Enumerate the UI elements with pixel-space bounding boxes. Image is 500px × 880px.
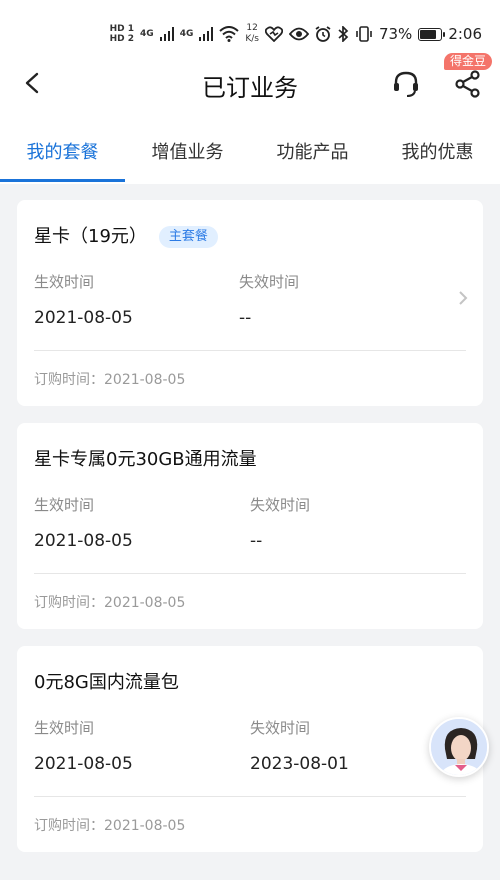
battery-icon [418,27,446,41]
speed-value: 12 [246,23,258,33]
battery-percent: 73% [378,25,413,43]
network-type-2: 4G [179,29,194,39]
order-label: 订购时间： [34,595,104,611]
expire-label: 失效时间 [250,719,311,737]
plan-name: 0元8G国内流量包 [34,672,179,693]
plan-name: 星卡专属0元30GB通用流量 [34,449,257,470]
main-plan-badge: 主套餐 [158,226,218,248]
heart-sync-icon [264,26,283,42]
effective-date: 2021-08-05 [34,308,133,328]
alarm-icon [315,26,331,42]
plan-name-row: 星卡（19元） 主套餐 [34,222,218,248]
card-divider [34,350,466,351]
battery-fill [420,29,437,39]
plan-card[interactable]: 星卡专属0元30GB通用流量 生效时间 失效时间 2021-08-05 -- 订… [17,423,483,629]
tab-bar: 我的套餐 增值业务 功能产品 我的优惠 [0,130,500,184]
hd-indicators: HD 1 HD 2 [110,24,134,44]
signal-icon [199,27,214,41]
expire-date: -- [250,531,263,551]
order-time: 订购时间：2021-08-05 [34,592,185,612]
effective-label: 生效时间 [34,496,95,514]
order-time: 订购时间：2021-08-05 [34,369,185,389]
speed-unit: K/s [245,34,259,44]
hd1-indicator: HD 1 [109,24,135,34]
page-title: 已订业务 [202,74,298,102]
bluetooth-icon [338,26,349,42]
signal-icon [159,27,174,41]
expire-date: -- [239,308,252,328]
plan-card[interactable]: 0元8G国内流量包 生效时间 失效时间 2021-08-05 2023-08-0… [17,646,483,852]
effective-label: 生效时间 [34,273,95,291]
card-divider [34,796,466,797]
tab-function-products[interactable]: 功能产品 [250,130,375,184]
vibrate-icon [356,26,372,42]
plan-card[interactable]: 星卡（19元） 主套餐 生效时间 失效时间 2021-08-05 -- 订购时间：… [17,200,483,406]
customer-service-icon[interactable] [390,68,422,100]
order-label: 订购时间： [34,372,104,388]
chevron-right-icon[interactable] [455,290,471,306]
tab-my-discounts[interactable]: 我的优惠 [375,130,500,184]
eye-icon [288,27,309,41]
hd2-indicator: HD 2 [109,34,135,44]
wifi-icon [219,26,240,42]
header-bar: 已订业务 得金豆 [0,53,500,114]
expire-label: 失效时间 [250,496,311,514]
status-bar: HD 1 HD 2 4G 4G 12 K/s 73% 2:06 [110,18,482,50]
order-label: 订购时间： [34,818,104,834]
effective-date: 2021-08-05 [34,531,133,551]
effective-date: 2021-08-05 [34,754,133,774]
effective-label: 生效时间 [34,719,95,737]
plan-name: 星卡（19元） [34,226,147,247]
network-type-1: 4G [140,29,154,39]
share-icon[interactable] [452,68,484,100]
assistant-avatar[interactable] [429,717,489,777]
order-date: 2021-08-05 [104,595,186,611]
tab-value-added[interactable]: 增值业务 [125,130,250,184]
card-divider [34,573,466,574]
order-time: 订购时间：2021-08-05 [34,815,185,835]
network-speed: 12 K/s [245,23,259,45]
clock-time: 2:06 [448,25,482,43]
order-date: 2021-08-05 [104,818,186,834]
tab-my-plan[interactable]: 我的套餐 [0,130,125,184]
expire-label: 失效时间 [239,273,300,291]
expire-date: 2023-08-01 [250,754,349,774]
order-date: 2021-08-05 [104,372,186,388]
